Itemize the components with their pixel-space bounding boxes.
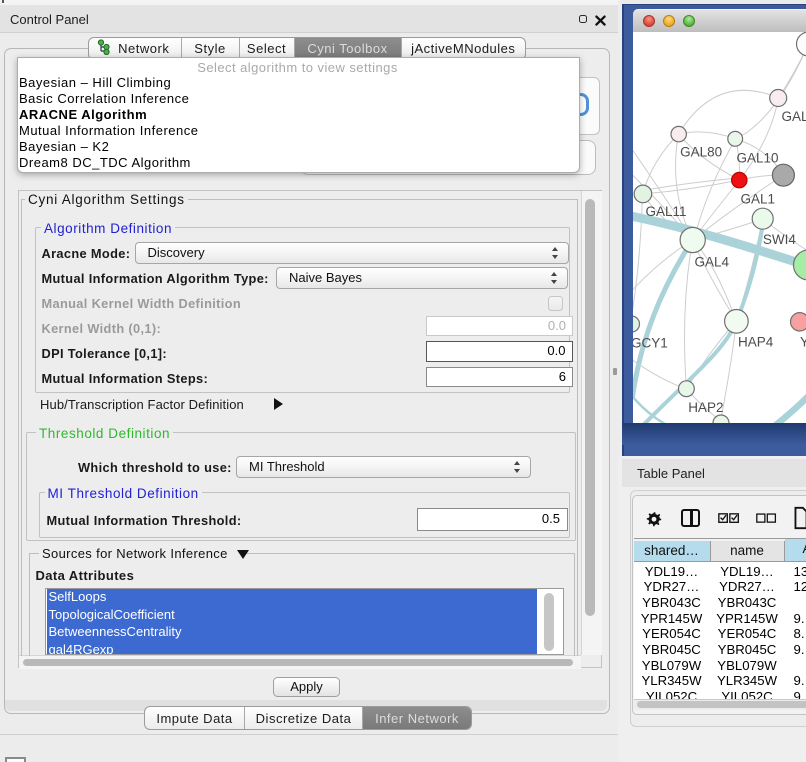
svg-text:GAL1: GAL1 <box>740 192 775 207</box>
svg-text:GAL80: GAL80 <box>680 145 722 160</box>
svg-text:GAL11: GAL11 <box>645 204 686 219</box>
svg-text:HAP4: HAP4 <box>738 335 774 350</box>
svg-text:HAP2: HAP2 <box>688 400 723 415</box>
svg-text:Y: Y <box>800 335 806 350</box>
svg-text:GAL4: GAL4 <box>694 255 729 270</box>
svg-text:SWI4: SWI4 <box>762 232 795 247</box>
svg-text:GAL10: GAL10 <box>736 151 778 166</box>
svg-text:GAL7: GAL7 <box>781 109 806 124</box>
svg-text:GCY1: GCY1 <box>633 336 668 351</box>
